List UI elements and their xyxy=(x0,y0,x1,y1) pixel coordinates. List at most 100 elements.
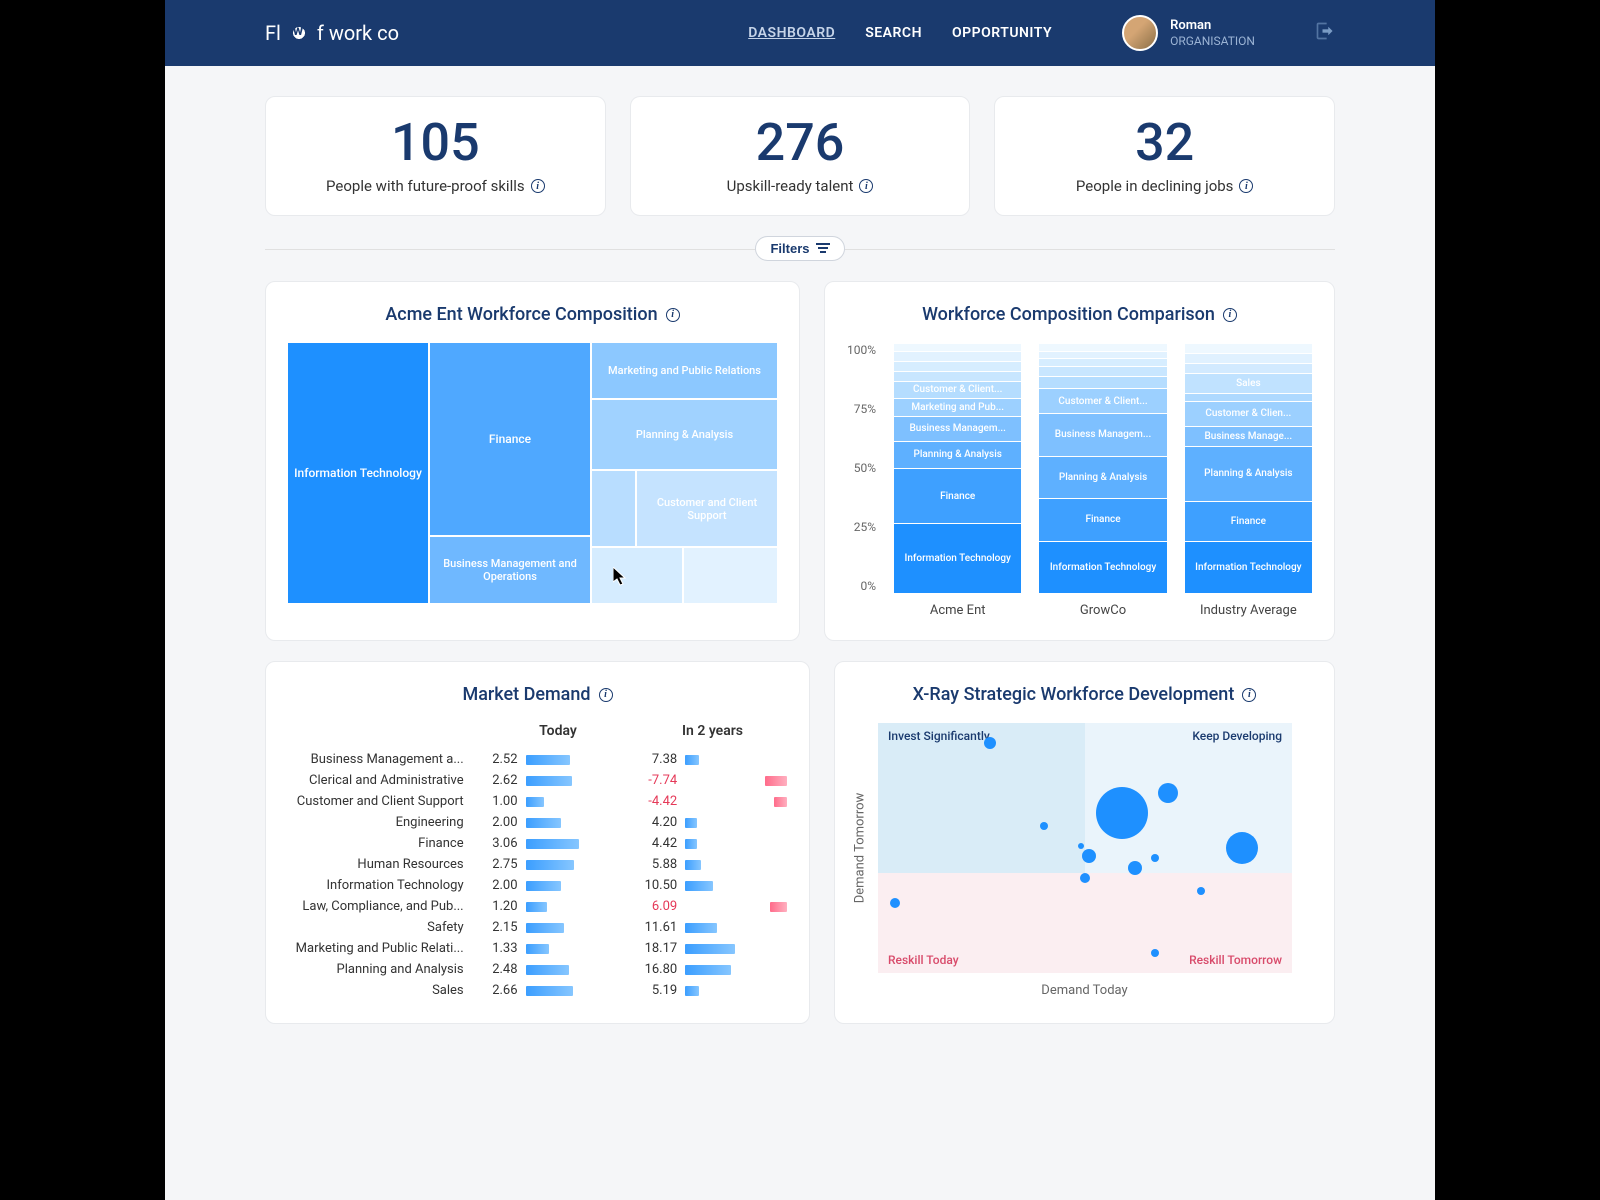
panel-title: Workforce Composition Comparison xyxy=(922,304,1215,325)
today-value: 2.52 xyxy=(478,752,518,767)
seg: Customer & Client... xyxy=(1039,388,1166,413)
seg xyxy=(1039,366,1166,376)
treemap-cell-small-2[interactable] xyxy=(592,548,682,603)
future-bar xyxy=(677,776,787,786)
seg: Information Technology xyxy=(1039,541,1166,594)
bubble[interactable] xyxy=(1080,873,1090,883)
bubble[interactable] xyxy=(1096,787,1148,839)
seg: Finance xyxy=(894,468,1021,523)
bar-industry[interactable]: Information Technology Finance Planning … xyxy=(1185,343,1312,618)
future-bar xyxy=(677,902,787,912)
seg xyxy=(1185,363,1312,373)
info-icon[interactable]: i xyxy=(599,688,613,702)
today-value: 1.33 xyxy=(478,941,518,956)
bubble[interactable] xyxy=(1226,832,1258,864)
stat-label: People in declining jobs xyxy=(1076,177,1234,195)
seg: Business Managem... xyxy=(1039,413,1166,456)
bar-acme[interactable]: Information Technology Finance Planning … xyxy=(894,343,1021,618)
treemap-cell-pa[interactable]: Planning & Analysis xyxy=(592,400,777,470)
panel-title: Acme Ent Workforce Composition xyxy=(385,304,657,325)
treemap-cell-small-1[interactable] xyxy=(592,471,635,546)
table-row: Planning and Analysis2.4816.80 xyxy=(288,959,787,980)
seg: Finance xyxy=(1185,501,1312,541)
today-bar xyxy=(518,902,628,912)
bubble[interactable] xyxy=(1158,783,1178,803)
panel-xray: X-Ray Strategic Workforce Development i … xyxy=(834,661,1335,1024)
treemap-cell-ccs[interactable]: Customer and Client Support xyxy=(637,471,777,546)
treemap-cell-mpr[interactable]: Marketing and Public Relations xyxy=(592,343,777,398)
treemap-cell-small-3[interactable] xyxy=(684,548,777,603)
bubble[interactable] xyxy=(984,737,996,749)
seg: Planning & Analysis xyxy=(894,441,1021,469)
today-value: 3.06 xyxy=(478,836,518,851)
treemap-chart: Information Technology Finance Business … xyxy=(288,343,777,603)
bar-growco[interactable]: Information Technology Finance Planning … xyxy=(1039,343,1166,618)
info-icon[interactable]: i xyxy=(531,179,545,193)
bubble[interactable] xyxy=(1151,949,1159,957)
today-bar xyxy=(518,839,628,849)
bubble[interactable] xyxy=(1078,843,1084,849)
future-bar xyxy=(677,965,787,975)
stat-upskill: 276 Upskill-ready talent i xyxy=(630,96,971,216)
today-bar xyxy=(518,965,628,975)
user-block[interactable]: Roman ORGANISATION xyxy=(1122,15,1255,51)
nav-dashboard[interactable]: DASHBOARD xyxy=(748,25,835,41)
category: Information Technology xyxy=(288,878,478,893)
seg: Customer & Clien... xyxy=(1185,401,1312,426)
panel-title: Market Demand xyxy=(462,684,590,705)
category: Customer and Client Support xyxy=(288,794,478,809)
bubble[interactable] xyxy=(1082,849,1096,863)
bar-label: Acme Ent xyxy=(894,603,1021,618)
today-bar xyxy=(518,944,628,954)
info-icon[interactable]: i xyxy=(666,308,680,322)
category: Law, Compliance, and Pub... xyxy=(288,899,478,914)
info-icon[interactable]: i xyxy=(1242,688,1256,702)
future-bar xyxy=(677,839,787,849)
seg xyxy=(1039,376,1166,389)
category: Finance xyxy=(288,836,478,851)
bubble[interactable] xyxy=(1128,861,1142,875)
today-value: 2.48 xyxy=(478,962,518,977)
panel-stacked: Workforce Composition Comparison i 100% … xyxy=(824,281,1335,641)
treemap-cell-finance[interactable]: Finance xyxy=(430,343,590,535)
seg xyxy=(894,361,1021,371)
future-value: 18.17 xyxy=(627,941,677,956)
future-bar xyxy=(677,944,787,954)
future-value: 16.80 xyxy=(627,962,677,977)
info-icon[interactable]: i xyxy=(1223,308,1237,322)
nav-opportunity[interactable]: OPPORTUNITY xyxy=(952,25,1052,41)
bubble[interactable] xyxy=(1197,887,1205,895)
category: Engineering xyxy=(288,815,478,830)
future-value: 4.42 xyxy=(627,836,677,851)
logout-icon[interactable] xyxy=(1315,21,1335,46)
info-icon[interactable]: i xyxy=(859,179,873,193)
panel-market-demand: Market Demand i Today In 2 years Busines… xyxy=(265,661,810,1024)
bubble[interactable] xyxy=(1151,854,1159,862)
treemap-cell-bmo[interactable]: Business Management and Operations xyxy=(430,537,590,603)
stat-declining: 32 People in declining jobs i xyxy=(994,96,1335,216)
bubble[interactable] xyxy=(890,898,900,908)
treemap-cell-it[interactable]: Information Technology xyxy=(288,343,428,603)
filters-button[interactable]: Filters xyxy=(755,236,844,261)
seg xyxy=(1039,343,1166,351)
col-future: In 2 years xyxy=(638,723,787,739)
col-today: Today xyxy=(478,723,638,739)
today-bar xyxy=(518,776,628,786)
stats-row: 105 People with future-proof skills i 27… xyxy=(265,96,1335,216)
today-bar xyxy=(518,797,628,807)
table-row: Information Technology2.0010.50 xyxy=(288,875,787,896)
bubble[interactable] xyxy=(1040,822,1048,830)
future-value: 11.61 xyxy=(627,920,677,935)
future-value: 6.09 xyxy=(627,899,677,914)
table-row: Marketing and Public Relati...1.3318.17 xyxy=(288,938,787,959)
today-bar xyxy=(518,986,628,996)
filter-icon xyxy=(816,243,830,255)
today-value: 2.00 xyxy=(478,815,518,830)
today-value: 2.66 xyxy=(478,983,518,998)
table-row: Sales2.665.19 xyxy=(288,980,787,1001)
seg: Marketing and Pub... xyxy=(894,398,1021,416)
avatar xyxy=(1122,15,1158,51)
table-row: Engineering2.004.20 xyxy=(288,812,787,833)
info-icon[interactable]: i xyxy=(1239,179,1253,193)
nav-search[interactable]: SEARCH xyxy=(865,25,922,41)
